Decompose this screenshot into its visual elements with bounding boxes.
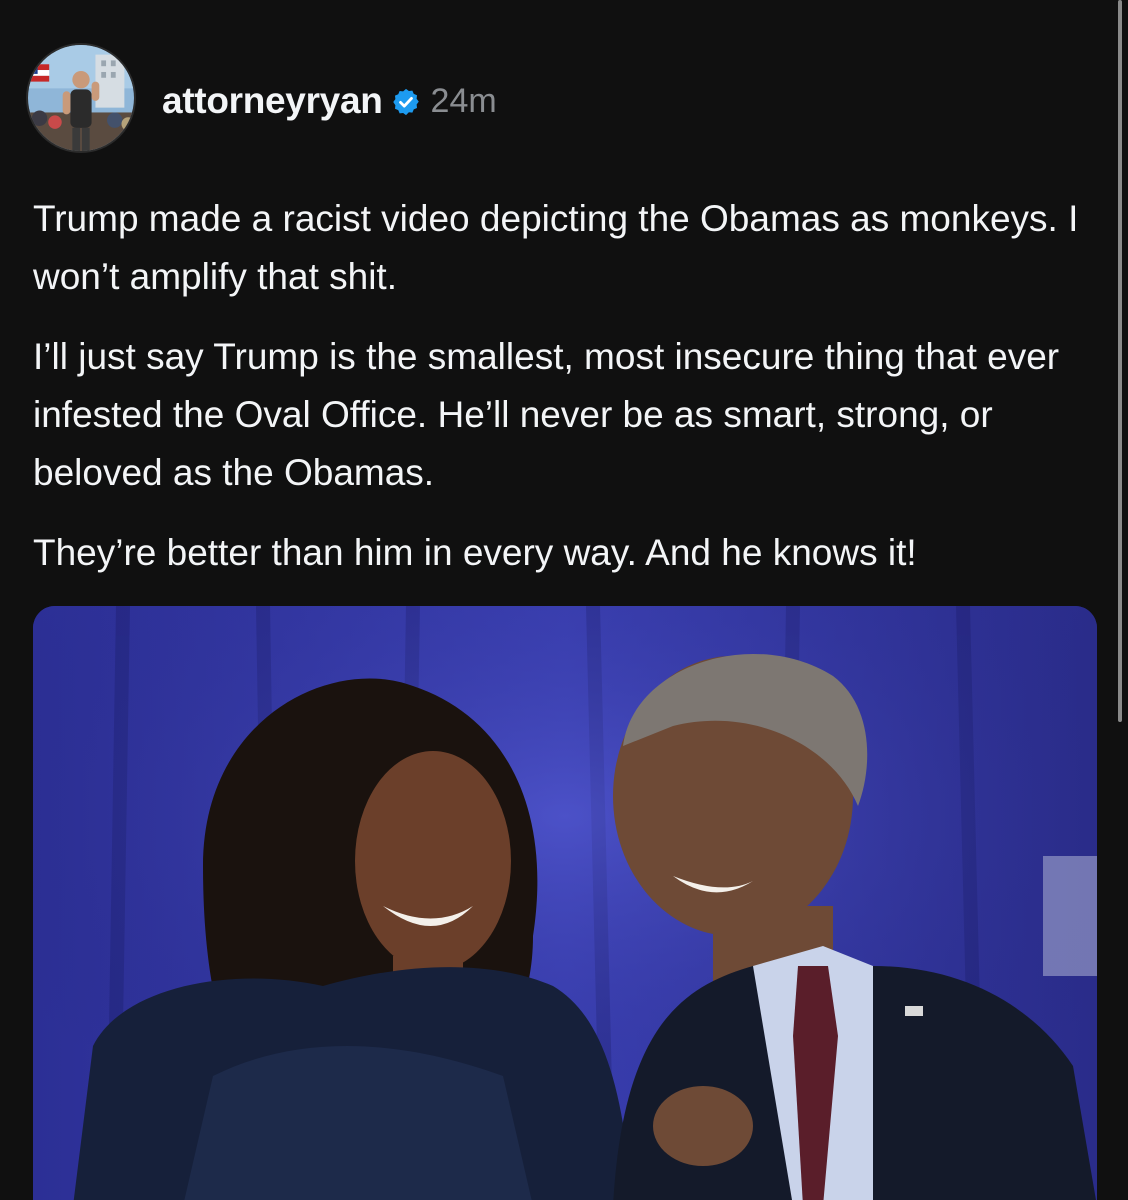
photo-image [33, 606, 1097, 1200]
verified-badge-icon [392, 88, 419, 116]
post-paragraph: I’ll just say Trump is the smallest, mos… [33, 336, 1060, 493]
username-link[interactable]: attorneyryan [162, 80, 383, 122]
post-timestamp: 24m [430, 81, 497, 120]
avatar-image [28, 45, 134, 151]
thread-post: attorneyryan 24m Trump made a racist vid… [0, 0, 1128, 1200]
scrollbar[interactable] [1118, 0, 1122, 722]
post-paragraph: They’re better than him in every way. An… [33, 532, 917, 573]
avatar[interactable] [26, 43, 136, 153]
post-paragraph: Trump made a racist video depicting the … [33, 198, 1079, 297]
post-body: Trump made a racist video depicting the … [33, 190, 1108, 604]
post-photo[interactable] [33, 606, 1097, 1200]
post-header: attorneyryan 24m [162, 78, 497, 124]
